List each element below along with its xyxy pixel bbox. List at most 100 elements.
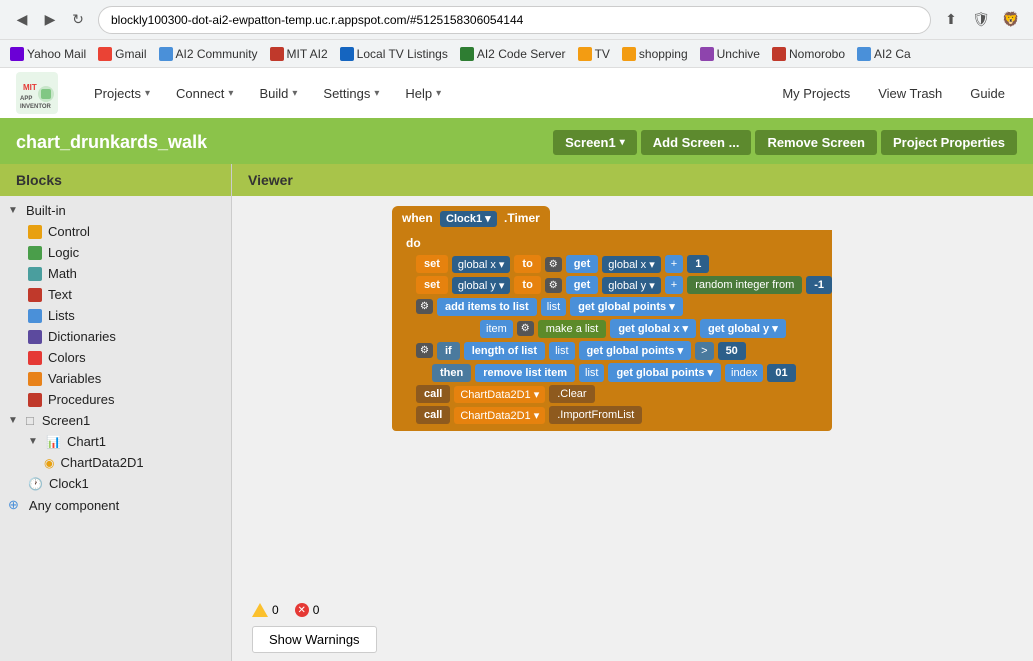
tree-chartdata2d1[interactable]: ◉ ChartData2D1 [0, 452, 231, 473]
screen1-square-icon: □ [26, 413, 34, 428]
browser-actions: ⬆ 🛡 🦁 [939, 8, 1023, 32]
refresh-button[interactable]: ↻ [66, 8, 90, 32]
bookmark-yahoo-mail-label: Yahoo Mail [27, 47, 86, 61]
variables-icon [28, 372, 42, 386]
nav-projects[interactable]: Projects ▾ [82, 80, 162, 107]
clear-label: .Clear [549, 385, 594, 403]
nav-help[interactable]: Help ▾ [393, 80, 453, 107]
to-label1: to [514, 255, 540, 273]
plus-label2: + [665, 276, 683, 294]
when-timer-block[interactable]: when Clock1 ▾ .Timer [392, 206, 550, 230]
chartdata2d1-label: ChartData2D1 [60, 455, 143, 470]
forward-button[interactable]: ▶ [38, 8, 62, 32]
shield-button[interactable]: 🛡 [969, 8, 993, 32]
tree-text[interactable]: Text [0, 284, 231, 305]
list-label3: list [579, 364, 604, 382]
tree-math[interactable]: Math [0, 263, 231, 284]
address-bar[interactable] [98, 6, 931, 34]
then-label: then [432, 364, 471, 382]
tree-logic[interactable]: Logic [0, 242, 231, 263]
call-clear-row: call ChartData2D1 ▾ .Clear [416, 385, 832, 403]
when-label: when [402, 211, 433, 225]
app-header: MIT APP INVENTOR Projects ▾ Connect ▾ Bu… [0, 68, 1033, 120]
nav-settings[interactable]: Settings ▾ [311, 80, 391, 107]
mit-logo[interactable]: MIT APP INVENTOR [16, 72, 58, 114]
tree-colors[interactable]: Colors [0, 347, 231, 368]
project-bar: chart_drunkards_walk Screen1 ▾ Add Scree… [0, 120, 1033, 164]
global-y-label: global y ▾ [452, 277, 511, 294]
global-x-label1: global x ▾ [452, 256, 511, 273]
bookmark-gmail[interactable]: Gmail [98, 47, 146, 61]
nav-menu: Projects ▾ Connect ▾ Build ▾ Settings ▾ … [82, 80, 453, 107]
set-label2: set [416, 276, 448, 294]
control-icon [28, 225, 42, 239]
index-label: index [725, 364, 763, 382]
project-properties-button[interactable]: Project Properties [881, 130, 1017, 155]
view-trash-link[interactable]: View Trash [866, 80, 954, 107]
bookmark-mit-ai2-label: MIT AI2 [287, 47, 328, 61]
mit-logo-icon: MIT APP INVENTOR [16, 72, 58, 114]
set-global-x-row: set global x ▾ to ⚙ get global x ▾ + 1 [416, 255, 832, 273]
warning-area: 0 ✕ 0 [252, 603, 319, 617]
viewer-section: Viewer when Clock1 ▾ .Timer do [232, 164, 1033, 661]
get-global-y3-label: get global y ▾ [700, 319, 786, 338]
plus-label1: + [665, 255, 683, 273]
tree-dictionaries[interactable]: Dictionaries [0, 326, 231, 347]
bookmark-unchive[interactable]: Unchive [700, 47, 760, 61]
screen1-button[interactable]: Screen1 ▾ [553, 130, 637, 155]
tree-screen1[interactable]: ▼ □ Screen1 [0, 410, 231, 431]
guide-link[interactable]: Guide [958, 80, 1017, 107]
get-global-points3-label: get global points ▾ [608, 363, 721, 382]
nav-build[interactable]: Build ▾ [247, 80, 309, 107]
local-tv-icon [340, 47, 354, 61]
error-count: 0 [313, 603, 320, 617]
bookmark-tv[interactable]: TV [578, 47, 610, 61]
math-icon [28, 267, 42, 281]
chartdata2d1-icon: ◉ [44, 456, 54, 470]
tree-control[interactable]: Control [0, 221, 231, 242]
bookmark-yahoo-mail[interactable]: Yahoo Mail [10, 47, 86, 61]
brave-button[interactable]: 🦁 [999, 8, 1023, 32]
warn-triangle-row: 0 [252, 603, 279, 617]
show-warnings-button[interactable]: Show Warnings [252, 626, 377, 653]
nav-connect[interactable]: Connect ▾ [164, 80, 245, 107]
chartdata2d1-label2: ChartData2D1 ▾ [454, 407, 545, 424]
tree-builtin[interactable]: ▼ Built-in [0, 200, 231, 221]
svg-text:MIT: MIT [23, 83, 37, 92]
control-label: Control [48, 224, 90, 239]
if-row: ⚙ if length of list list get global poin… [416, 341, 832, 360]
bookmark-ai2-community[interactable]: AI2 Community [159, 47, 258, 61]
viewer-content[interactable]: when Clock1 ▾ .Timer do set global x ▾ t… [232, 196, 1033, 661]
error-icon-row: ✕ 0 [295, 603, 320, 617]
procedures-icon [28, 393, 42, 407]
tree-lists[interactable]: Lists [0, 305, 231, 326]
share-button[interactable]: ⬆ [939, 8, 963, 32]
tree-clock1[interactable]: 🕐 Clock1 [0, 473, 231, 494]
add-screen-button[interactable]: Add Screen ... [641, 130, 752, 155]
bookmark-shopping[interactable]: shopping [622, 47, 688, 61]
warning-count: 0 [272, 603, 279, 617]
back-button[interactable]: ◀ [10, 8, 34, 32]
neg1-badge: -1 [806, 276, 832, 294]
my-projects-link[interactable]: My Projects [770, 80, 862, 107]
bookmarks-bar: Yahoo Mail Gmail AI2 Community MIT AI2 L… [0, 40, 1033, 68]
remove-screen-button[interactable]: Remove Screen [755, 130, 877, 155]
bookmark-local-tv[interactable]: Local TV Listings [340, 47, 448, 61]
tree-chart1[interactable]: ▼ 📊 Chart1 [0, 431, 231, 452]
set-label1: set [416, 255, 448, 273]
builtin-toggle-icon: ▼ [8, 205, 20, 216]
bookmark-nomorobo[interactable]: Nomorobo [772, 47, 845, 61]
bookmark-ai2-ca[interactable]: AI2 Ca [857, 47, 911, 61]
num1-badge: 1 [687, 255, 709, 273]
unchive-icon [700, 47, 714, 61]
connect-dropdown-arrow: ▾ [228, 88, 233, 99]
tree-procedures[interactable]: Procedures [0, 389, 231, 410]
global-x2-label: global x ▾ [602, 256, 661, 273]
blocks-header: Blocks [0, 164, 231, 196]
tree-variables[interactable]: Variables [0, 368, 231, 389]
tree-any-component[interactable]: ⊕ Any component [0, 494, 231, 516]
clock1-block-label: Clock1 ▾ [440, 211, 497, 227]
error-circle-icon: ✕ [295, 603, 309, 617]
bookmark-ai2-code[interactable]: AI2 Code Server [460, 47, 566, 61]
bookmark-mit-ai2[interactable]: MIT AI2 [270, 47, 328, 61]
